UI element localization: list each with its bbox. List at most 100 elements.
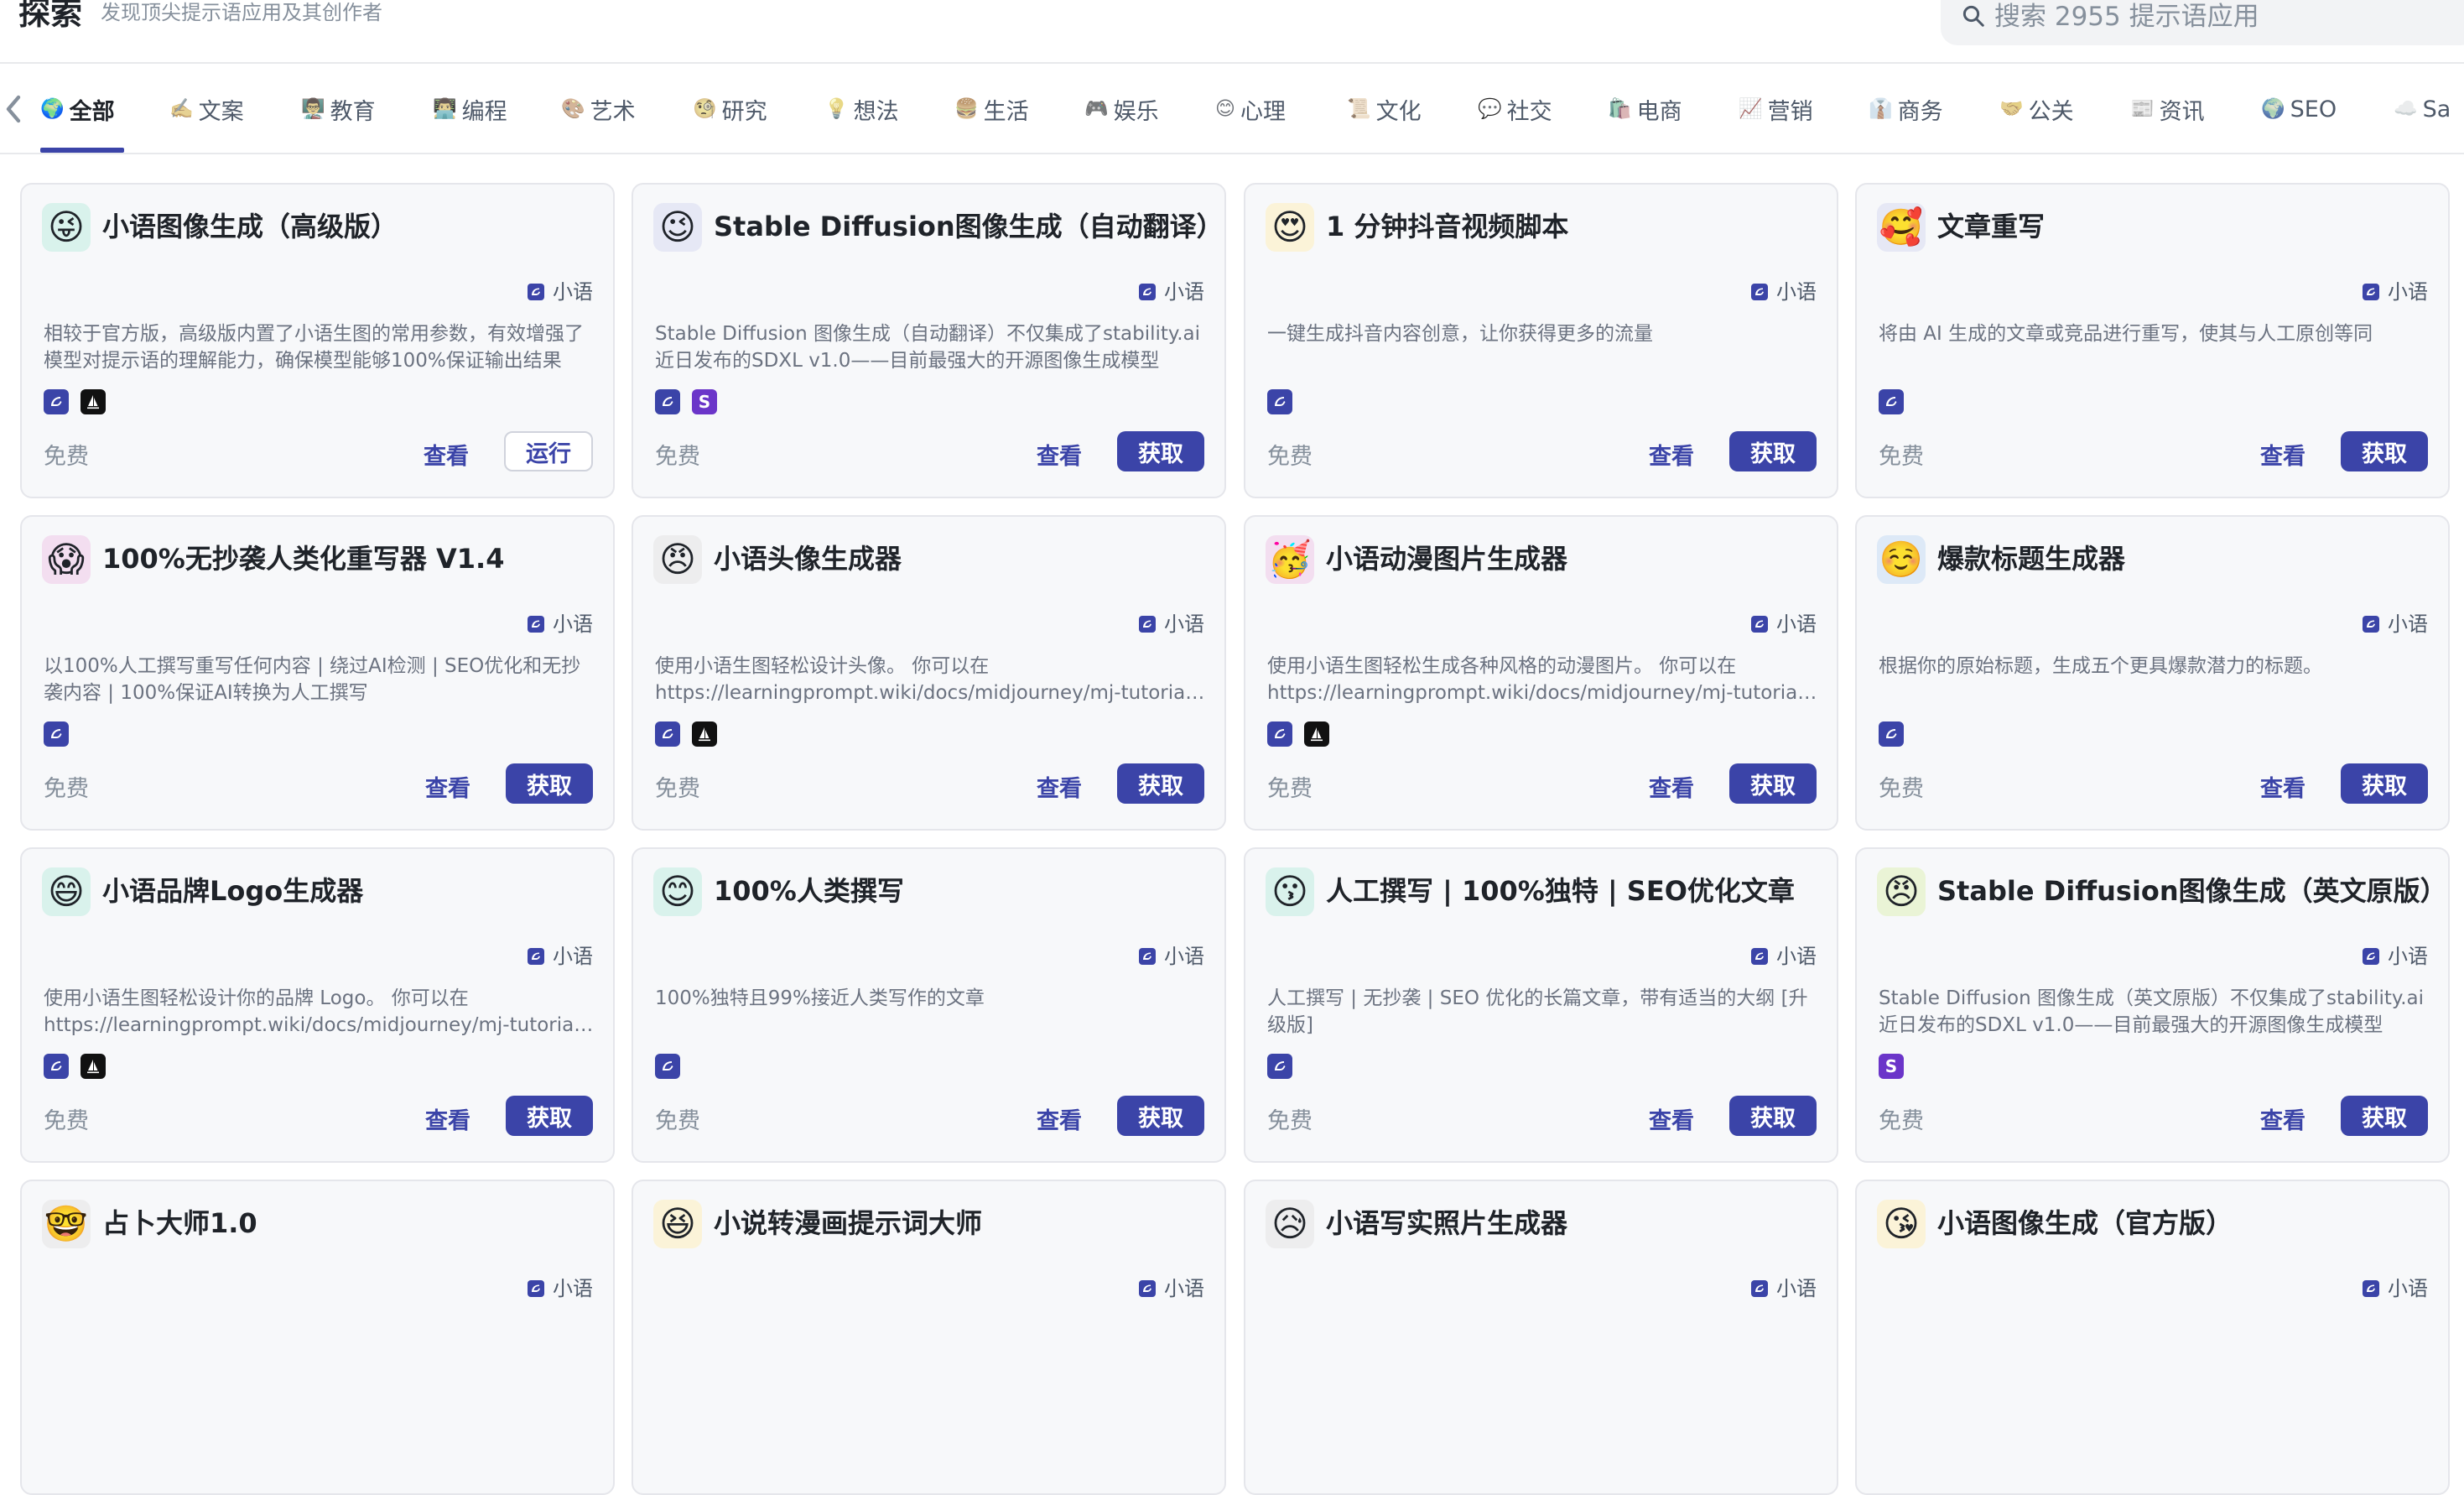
tab-category[interactable]: 🎨 艺术 <box>561 92 636 126</box>
tab-category[interactable]: 🧐 研究 <box>693 92 767 126</box>
search-box[interactable] <box>1941 0 2464 45</box>
app-card[interactable]: 😊 100%人类撰写 小语 100%独特且99%接近人类写作的文章 免费 查看 获取 <box>632 847 1226 1163</box>
app-title[interactable]: Stable Diffusion图像生成（自动翻译） <box>714 210 1224 243</box>
app-title[interactable]: 小语写实照片生成器 <box>1326 1206 1567 1240</box>
view-button[interactable]: 查看 <box>2260 438 2305 471</box>
author-link[interactable]: 小语 <box>1751 607 1817 637</box>
app-card[interactable]: 🤓 占卜大师1.0 小语 <box>20 1180 615 1495</box>
app-title[interactable]: 小语头像生成器 <box>714 542 902 576</box>
get-button[interactable]: 获取 <box>506 763 593 804</box>
author-link[interactable]: 小语 <box>1139 275 1204 305</box>
tab-category[interactable]: 📰 资讯 <box>2130 92 2205 126</box>
tab-category[interactable]: 📜 文化 <box>1347 92 1422 126</box>
author-link[interactable]: 小语 <box>528 1272 593 1301</box>
app-title[interactable]: 爆款标题生成器 <box>1937 542 2125 576</box>
app-title[interactable]: 小语图像生成（官方版） <box>1937 1206 2233 1240</box>
view-button[interactable]: 查看 <box>1037 770 1082 803</box>
app-card[interactable]: ☺️ 爆款标题生成器 小语 根据你的原始标题，生成五个更具爆款潜力的标题。 免费 查看 获取 <box>1855 515 2450 831</box>
tab-category[interactable]: 🤝 公关 <box>1999 92 2074 126</box>
author-link[interactable]: 小语 <box>1139 1272 1204 1301</box>
view-button[interactable]: 查看 <box>425 1102 470 1135</box>
tab-category[interactable]: 🎮 娱乐 <box>1084 92 1159 126</box>
author-link[interactable]: 小语 <box>528 607 593 637</box>
app-card[interactable]: 😍 1 分钟抖音视频脚本 小语 一键生成抖音内容创意，让你获得更多的流量 免费 查看 获取 <box>1244 183 1838 498</box>
run-button[interactable]: 运行 <box>504 431 593 471</box>
get-button[interactable]: 获取 <box>1729 1096 1817 1136</box>
author-link[interactable]: 小语 <box>1139 940 1204 969</box>
view-button[interactable]: 查看 <box>2260 770 2305 803</box>
tab-category[interactable]: 👨‍🏫 教育 <box>301 92 376 126</box>
chevron-left-icon[interactable] <box>3 92 23 126</box>
app-card[interactable]: 😜 小语图像生成（高级版） 小语 相较于官方版，高级版内置了小语生图的常用参数，有效增… <box>20 183 615 498</box>
app-title[interactable]: 小语图像生成（高级版） <box>102 210 398 243</box>
author-link[interactable]: 小语 <box>2363 940 2428 969</box>
app-title[interactable]: 小语品牌Logo生成器 <box>102 874 363 908</box>
app-title[interactable]: 1 分钟抖音视频脚本 <box>1326 210 1568 243</box>
price-label: 免费 <box>1879 1108 1924 1134</box>
tab-category[interactable]: 👨‍💻 编程 <box>433 92 507 126</box>
view-button[interactable]: 查看 <box>2260 1102 2305 1135</box>
app-title[interactable]: Stable Diffusion图像生成（英文原版） <box>1937 874 2447 908</box>
app-card[interactable]: 😆 小说转漫画提示词大师 小语 <box>632 1180 1226 1495</box>
get-button[interactable]: 获取 <box>1117 1096 1204 1136</box>
get-button[interactable]: 获取 <box>2341 1096 2428 1136</box>
tab-category[interactable]: 💡 想法 <box>824 92 899 126</box>
tab-category[interactable]: 🌍 SEO <box>2261 92 2337 126</box>
app-card[interactable]: 😠 小语头像生成器 小语 使用小语生图轻松设计头像。 你可以在 https://lea… <box>632 515 1226 831</box>
xiaoyu-model-icon <box>655 721 680 747</box>
app-card[interactable]: 😥 小语写实照片生成器 小语 <box>1244 1180 1838 1495</box>
get-button[interactable]: 获取 <box>1729 763 1817 804</box>
app-title[interactable]: 100%无抄袭人类化重写器 V1.4 <box>102 542 504 576</box>
app-card[interactable]: 😉 Stable Diffusion图像生成（自动翻译） 小语 Stable Diff… <box>632 183 1226 498</box>
view-button[interactable]: 查看 <box>1649 438 1694 471</box>
app-card[interactable]: 😄 小语品牌Logo生成器 小语 使用小语生图轻松设计你的品牌 Logo。 你可以在 … <box>20 847 615 1163</box>
app-title[interactable]: 人工撰写 | 100%独特 | SEO优化文章 <box>1326 874 1795 908</box>
app-title[interactable]: 占卜大师1.0 <box>102 1206 257 1240</box>
get-button[interactable]: 获取 <box>506 1096 593 1136</box>
tab-category[interactable]: 👔 商务 <box>1869 92 1943 126</box>
tab-category[interactable]: 🛍️ 电商 <box>1608 92 1682 126</box>
author-icon <box>2363 1279 2379 1297</box>
tab-category[interactable]: ✍️ 文案 <box>169 92 244 126</box>
author-link[interactable]: 小语 <box>2363 1272 2428 1301</box>
tab-category[interactable]: 📈 营销 <box>1739 92 1813 126</box>
view-button[interactable]: 查看 <box>1649 770 1694 803</box>
author-link[interactable]: 小语 <box>1751 1272 1817 1301</box>
app-title[interactable]: 文章重写 <box>1937 210 2045 243</box>
author-link[interactable]: 小语 <box>2363 275 2428 305</box>
tab-category[interactable]: 😊 心理 <box>1215 92 1286 126</box>
tab-category[interactable]: 🍔 生活 <box>954 92 1029 126</box>
tab-category[interactable]: ☁️ Sa <box>2394 92 2451 126</box>
view-button[interactable]: 查看 <box>1649 1102 1694 1135</box>
author-link[interactable]: 小语 <box>528 275 593 305</box>
model-badges <box>1267 389 1292 414</box>
view-button[interactable]: 查看 <box>424 438 469 471</box>
app-title[interactable]: 小语动漫图片生成器 <box>1326 542 1567 576</box>
view-button[interactable]: 查看 <box>1037 1102 1082 1135</box>
app-card[interactable]: 😱 100%无抄袭人类化重写器 V1.4 小语 以100%人工撰写重写任何内容 | 绕… <box>20 515 615 831</box>
author-link[interactable]: 小语 <box>2363 607 2428 637</box>
app-card[interactable]: 🥳 小语动漫图片生成器 小语 使用小语生图轻松生成各种风格的动漫图片。 你可以在 ht… <box>1244 515 1838 831</box>
app-card[interactable]: 😘 小语图像生成（官方版） 小语 <box>1855 1180 2450 1495</box>
app-card[interactable]: 😗 人工撰写 | 100%独特 | SEO优化文章 小语 人工撰写 | 无抄袭 | S… <box>1244 847 1838 1163</box>
get-button[interactable]: 获取 <box>2341 763 2428 804</box>
search-input[interactable] <box>1994 2 2447 32</box>
get-button[interactable]: 获取 <box>1117 431 1204 471</box>
author-link[interactable]: 小语 <box>1139 607 1204 637</box>
view-button[interactable]: 查看 <box>425 770 470 803</box>
app-card[interactable]: 🥰 文章重写 小语 将由 AI 生成的文章或竞品进行重写，使其与人工原创等同 免费 查看 获… <box>1855 183 2450 498</box>
view-button[interactable]: 查看 <box>1037 438 1082 471</box>
tab-all[interactable]: 🌍 全部 <box>40 92 115 126</box>
get-button[interactable]: 获取 <box>2341 431 2428 471</box>
author-link[interactable]: 小语 <box>528 940 593 969</box>
app-title[interactable]: 小说转漫画提示词大师 <box>714 1206 982 1240</box>
app-card[interactable]: 😠 Stable Diffusion图像生成（英文原版） 小语 Stable Diff… <box>1855 847 2450 1163</box>
app-avatar: 😜 <box>42 203 91 252</box>
price-label: 免费 <box>1879 776 1924 802</box>
author-link[interactable]: 小语 <box>1751 275 1817 305</box>
get-button[interactable]: 获取 <box>1117 763 1204 804</box>
tab-category[interactable]: 💬 社交 <box>1478 92 1552 126</box>
get-button[interactable]: 获取 <box>1729 431 1817 471</box>
author-link[interactable]: 小语 <box>1751 940 1817 969</box>
app-title[interactable]: 100%人类撰写 <box>714 874 904 908</box>
